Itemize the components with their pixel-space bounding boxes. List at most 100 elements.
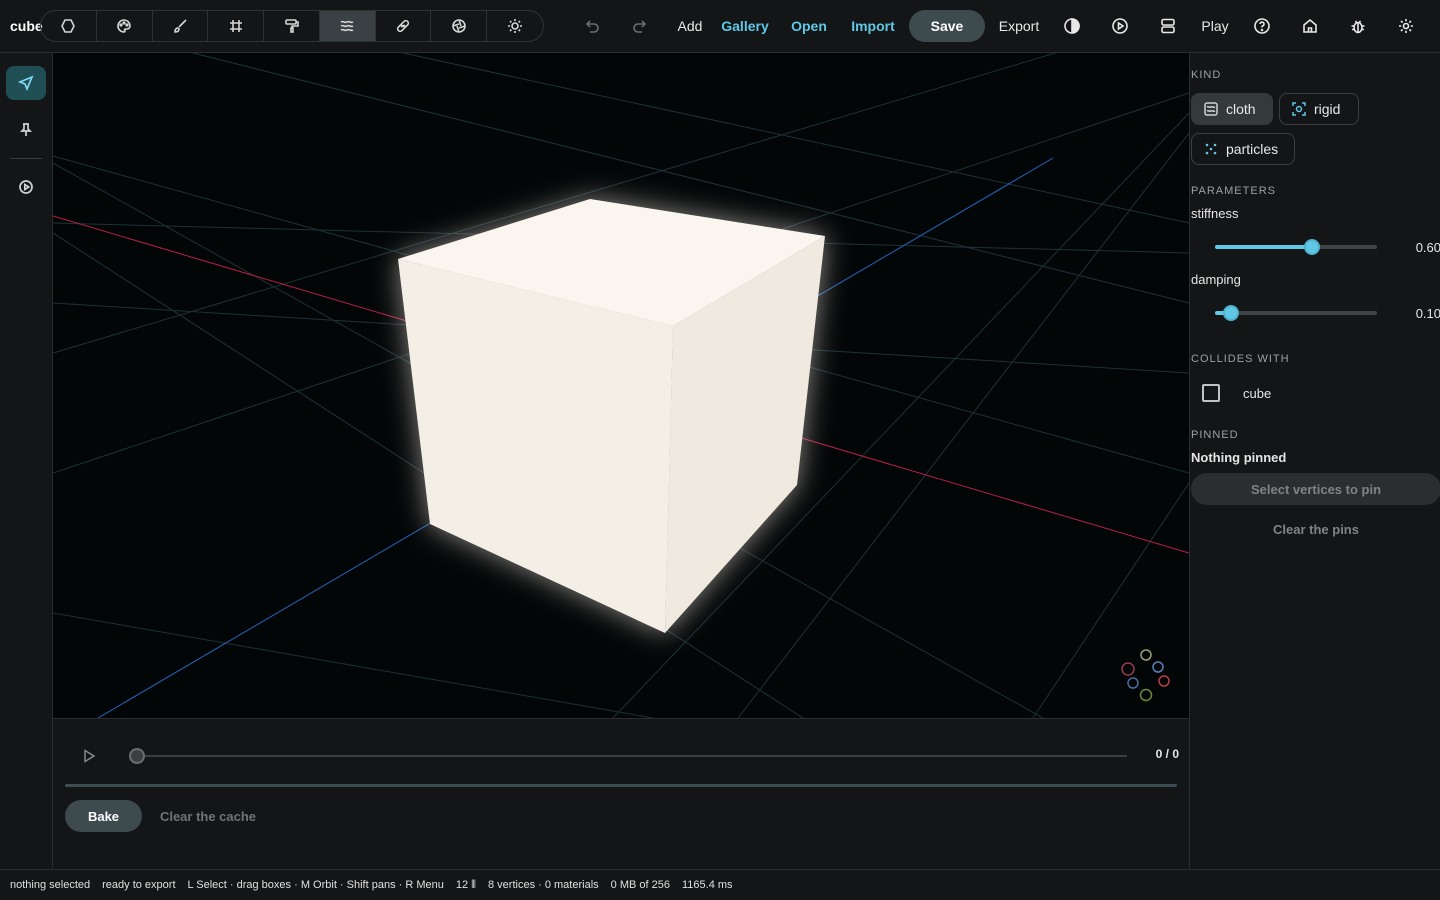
home-button[interactable] — [1294, 10, 1326, 42]
light-tool[interactable] — [487, 11, 543, 41]
aperture-tool[interactable] — [431, 11, 488, 41]
particles-icon — [1205, 143, 1217, 155]
keyboard-hints: L Select · drag boxes · M Orbit · Shift … — [187, 879, 444, 891]
bake-progress — [65, 784, 1177, 787]
stiffness-slider-fill — [1215, 245, 1313, 249]
scrubber-knob[interactable] — [129, 748, 145, 764]
sidebar-divider — [10, 158, 42, 159]
home-icon — [1303, 18, 1317, 33]
timeline-play-button[interactable] — [77, 745, 101, 767]
play-icon — [84, 749, 96, 763]
left-sidebar — [0, 53, 53, 869]
select-vertices-button[interactable]: Select vertices to pin — [1191, 473, 1440, 505]
palette-tool[interactable] — [97, 11, 153, 41]
paint-roller-tool[interactable] — [264, 11, 320, 41]
kind-heading: KIND — [1191, 69, 1222, 81]
export-button[interactable]: Export — [994, 10, 1044, 42]
tool-group — [40, 10, 544, 42]
preview-button[interactable] — [1104, 10, 1136, 42]
help-button[interactable] — [1246, 10, 1278, 42]
settings-button[interactable] — [1390, 10, 1422, 42]
memory-usage: 0 MB of 256 — [610, 879, 670, 891]
export-status: ready to export — [102, 879, 176, 891]
clear-cache-button[interactable]: Clear the cache — [153, 800, 263, 832]
stiffness-slider-knob[interactable] — [1304, 239, 1321, 255]
view-gizmo[interactable] — [1121, 649, 1170, 702]
pinned-heading: PINNED — [1191, 429, 1239, 441]
frame-counter: 0 / 0 — [1155, 747, 1179, 761]
stiffness-label: stiffness — [1191, 206, 1239, 221]
sun-icon — [508, 19, 523, 33]
cube-mesh[interactable] — [398, 199, 825, 633]
play-button[interactable]: Play — [1196, 10, 1234, 42]
pin-icon — [19, 123, 33, 136]
navigation-arrow-icon — [18, 75, 34, 91]
grid-icon — [229, 20, 242, 32]
frame-scrubber[interactable] — [129, 748, 1127, 764]
kind-cloth-button[interactable]: cloth — [1191, 93, 1273, 125]
simulate-mode-button[interactable] — [6, 170, 46, 204]
geometry-stats: 8 vertices · 0 materials — [488, 879, 599, 891]
3d-viewport[interactable] — [53, 53, 1189, 718]
collides-heading: COLLIDES WITH — [1191, 353, 1290, 365]
damping-value: 0.10 — [1415, 306, 1440, 321]
add-button[interactable]: Add — [670, 10, 710, 42]
fps-readout: 12 ⦀ — [455, 878, 476, 891]
lasso-icon — [61, 19, 76, 33]
parameters-heading: PARAMETERS — [1191, 185, 1276, 197]
bake-button[interactable]: Bake — [65, 800, 142, 832]
play-circle-icon — [19, 180, 33, 194]
damping-slider[interactable] — [1215, 305, 1377, 321]
help-icon — [1254, 18, 1270, 34]
gallery-button[interactable]: Gallery — [718, 10, 772, 42]
kind-particles-label: particles — [1226, 141, 1279, 157]
kind-particles-button[interactable]: particles — [1191, 133, 1295, 165]
frame-time: 1165.4 ms — [681, 879, 733, 891]
import-button[interactable]: Import — [846, 10, 900, 42]
stiffness-value: 0.60 — [1415, 240, 1440, 255]
timeline-panel: 0 / 0 Bake Clear the cache — [53, 718, 1189, 869]
kind-rigid-button[interactable]: rigid — [1279, 93, 1359, 125]
layout-button[interactable] — [1152, 10, 1184, 42]
undo-icon — [585, 20, 599, 33]
aperture-icon — [452, 19, 466, 33]
grid-tool[interactable] — [208, 11, 265, 41]
gear-icon — [1399, 19, 1413, 33]
redo-button[interactable] — [624, 10, 656, 42]
damping-label: damping — [1191, 272, 1241, 287]
kind-cloth-label: cloth — [1226, 101, 1256, 117]
properties-panel: KIND cloth rigid particles PARAMETERS st… — [1189, 53, 1440, 869]
clear-pins-button[interactable]: Clear the pins — [1191, 513, 1440, 545]
pinned-status: Nothing pinned — [1191, 450, 1287, 465]
lasso-tool[interactable] — [41, 11, 97, 41]
rigid-body-icon — [1292, 102, 1306, 116]
pin-mode-button[interactable] — [6, 113, 46, 147]
scene-canvas — [53, 53, 1189, 718]
paint-roller-icon — [284, 19, 299, 33]
bandage-tool[interactable] — [376, 11, 432, 41]
debug-button[interactable] — [1342, 10, 1374, 42]
status-bar: nothing selected ready to export L Selec… — [0, 869, 1440, 900]
undo-button[interactable] — [576, 10, 608, 42]
kind-rigid-label: rigid — [1314, 101, 1341, 117]
save-button[interactable]: Save — [909, 10, 985, 42]
layout-rows-icon — [1161, 18, 1175, 34]
bug-icon — [1351, 20, 1365, 34]
cloth-tool[interactable] — [319, 11, 376, 41]
contrast-icon — [1064, 18, 1080, 34]
open-button[interactable]: Open — [786, 10, 832, 42]
collides-cube-label: cube — [1243, 386, 1272, 401]
cloth-waves-icon — [340, 20, 354, 32]
collides-cube-checkbox[interactable] — [1202, 384, 1220, 402]
cloth-waves-icon — [1204, 102, 1218, 116]
palette-icon — [117, 19, 131, 33]
brush-tool[interactable] — [153, 11, 209, 41]
selection-status: nothing selected — [10, 879, 91, 891]
stiffness-slider[interactable] — [1215, 239, 1377, 255]
redo-icon — [633, 20, 647, 33]
select-mode-button[interactable] — [6, 66, 46, 100]
play-circle-icon — [1112, 18, 1128, 34]
contrast-button[interactable] — [1056, 10, 1088, 42]
bandage-icon — [396, 19, 410, 33]
damping-slider-knob[interactable] — [1223, 305, 1240, 321]
